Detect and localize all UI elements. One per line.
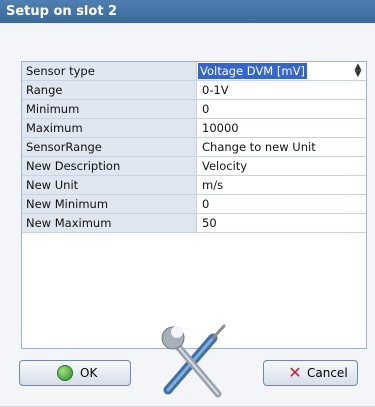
table-row[interactable]: New Description Velocity: [22, 157, 366, 176]
property-value: Voltage DVM [mV]: [198, 63, 307, 79]
updown-arrows-icon[interactable]: ▲ ▼: [352, 63, 364, 79]
property-value[interactable]: Change to new Unit: [198, 138, 366, 156]
check-circle-icon: [57, 365, 73, 381]
table-row[interactable]: New Maximum 50: [22, 214, 366, 233]
property-value[interactable]: 50: [198, 214, 366, 232]
ok-label: OK: [80, 366, 98, 380]
property-label: Sensor type: [22, 62, 197, 80]
setup-dialog: Setup on slot 2 Sensor type Voltage DVM …: [0, 0, 375, 406]
ok-button[interactable]: OK: [19, 360, 131, 386]
property-value[interactable]: 0: [198, 100, 366, 118]
property-label: SensorRange: [22, 138, 197, 156]
property-label: Maximum: [22, 119, 197, 137]
property-label: New Minimum: [22, 195, 197, 213]
table-row[interactable]: New Minimum 0: [22, 195, 366, 214]
property-value[interactable]: 0: [198, 195, 366, 213]
property-label: Range: [22, 81, 197, 99]
cancel-button[interactable]: ✕ Cancel: [263, 360, 358, 386]
table-row[interactable]: Sensor type Voltage DVM [mV] ▲ ▼: [22, 62, 366, 81]
property-label: New Description: [22, 157, 197, 175]
property-value[interactable]: 0-1V: [198, 81, 366, 99]
table-row[interactable]: Minimum 0: [22, 100, 366, 119]
red-x-icon: ✕: [288, 363, 302, 382]
property-value[interactable]: m/s: [198, 176, 366, 194]
table-row[interactable]: Maximum 10000: [22, 119, 366, 138]
cancel-label: Cancel: [307, 366, 348, 380]
wrench-screwdriver-icon: [158, 316, 228, 404]
sensor-type-select[interactable]: Voltage DVM [mV] ▲ ▼: [198, 62, 366, 80]
property-label: New Unit: [22, 176, 197, 194]
property-label: Minimum: [22, 100, 197, 118]
table-row[interactable]: Range 0-1V: [22, 81, 366, 100]
property-value[interactable]: Velocity: [198, 157, 366, 175]
dialog-title: Setup on slot 2: [0, 0, 375, 23]
property-grid: Sensor type Voltage DVM [mV] ▲ ▼ Range 0-…: [21, 61, 367, 349]
dialog-body: Sensor type Voltage DVM [mV] ▲ ▼ Range 0-…: [0, 23, 375, 406]
property-label: New Maximum: [22, 214, 197, 232]
table-row[interactable]: New Unit m/s: [22, 176, 366, 195]
table-row[interactable]: SensorRange Change to new Unit: [22, 138, 366, 157]
property-value[interactable]: 10000: [198, 119, 366, 137]
